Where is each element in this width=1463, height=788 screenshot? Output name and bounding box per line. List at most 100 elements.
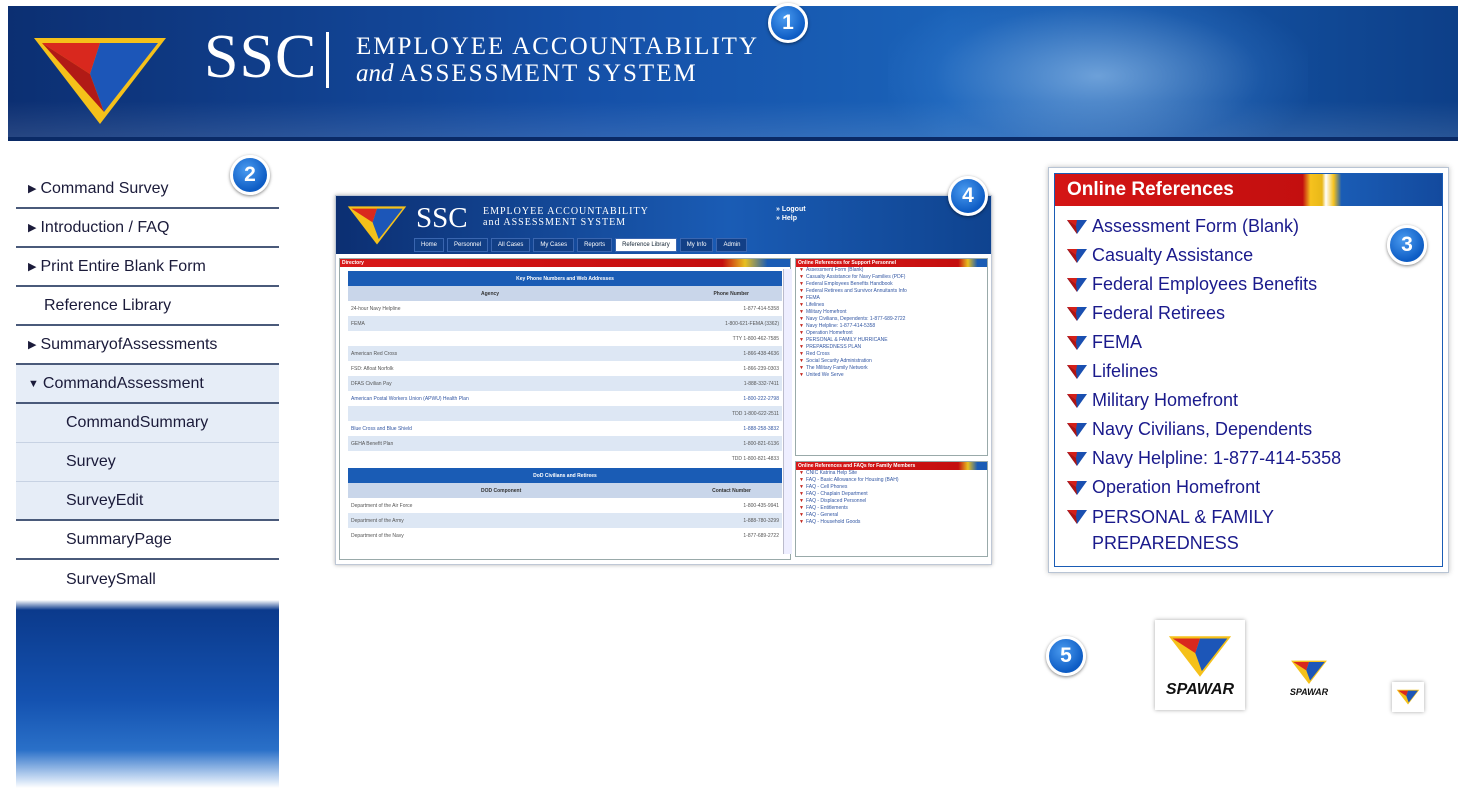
reference-link[interactable]: Assessment Form (Blank) [1067,212,1442,241]
spawar-logo-icon [1396,689,1420,705]
preview-support-link[interactable]: FEMA [796,295,987,302]
preview-table-row: GEHA Benefit Plan 1-800-821-6136 [348,436,782,451]
chevron-down-icon [1067,357,1092,386]
preview-support-link[interactable]: PREPAREDNESS PLAN [796,344,987,351]
reference-label: Assessment Form (Blank) [1092,216,1300,236]
cell-name: 24-hour Navy Helpline [351,305,401,312]
reference-link[interactable]: Navy Helpline: 1-877-414-5358 [1067,444,1442,473]
preview-support-link[interactable]: Operation Homefront [796,330,987,337]
cell-number: 1-888-780-3299 [743,517,779,524]
spawar-wordmark: SPAWAR [1165,681,1235,698]
cell-name: FEMA [351,320,365,327]
preview-support-link[interactable]: Social Security Administration [796,358,987,365]
preview-support-link[interactable]: PERSONAL & FAMILY HURRICANE [796,337,987,344]
preview-scrollbar[interactable] [783,269,792,554]
preview-tab-home[interactable]: Home [414,238,445,252]
reference-label: Navy Civilians, Dependents [1092,419,1313,439]
chevron-down-icon [1067,241,1092,270]
preview-table2-title: DoD Civilians and Retirees [348,468,782,483]
reference-link[interactable]: Military Homefront [1067,386,1442,415]
cell-number: 1-866-438-4636 [743,350,779,357]
app-preview-screenshot: SSC EMPLOYEE ACCOUNTABILITY and ASSESSMEN… [335,195,992,565]
nav-label: SurveyEdit [66,491,144,509]
preview-directory-bar: Directory [340,259,790,267]
preview-support-link[interactable]: Federal Retirees and Survivor Annuitants… [796,288,987,295]
cell-number: 1-800-222-2798 [743,395,779,402]
preview-family-link[interactable]: FAQ - Entitlements [796,505,987,512]
preview-support-link[interactable]: Federal Employees Benefits Handbook [796,281,987,288]
nav-label: SummaryPage [66,530,172,548]
cell-name[interactable]: Blue Cross and Blue Shield [351,426,412,432]
nav-command-assessment[interactable]: ▼ CommandAssessment [16,365,279,404]
preview-table-row: TDD 1-800-622-2511 [348,406,782,421]
spawar-wordmark: SPAWAR [1289,687,1329,697]
reference-link[interactable]: Casualty Assistance [1067,241,1442,270]
preview-support-link[interactable]: Lifelines [796,302,987,309]
preview-tab-my-info[interactable]: My Info [679,238,714,252]
preview-tab-reference-library[interactable]: Reference Library [615,238,677,252]
preview-support-link[interactable]: United We Serve [796,372,987,379]
nav-summary-page[interactable]: SummaryPage [16,521,279,560]
preview-support-link[interactable]: Red Cross [796,351,987,358]
preview-family-link[interactable]: CNIC Katrina Help Site [796,470,987,477]
preview-logout-link[interactable]: » Logout [776,205,806,214]
nav-print-blank-form[interactable]: ▶ Print Entire Blank Form [16,248,279,287]
preview-header: SSC EMPLOYEE ACCOUNTABILITY and ASSESSMEN… [336,196,991,254]
nav-summary-of-assessments[interactable]: ▶ SummaryofAssessments [16,326,279,365]
nav-reference-library[interactable]: Reference Library [16,287,279,326]
preview-family-link[interactable]: FAQ - Displaced Personnel [796,498,987,505]
nav-survey[interactable]: Survey [16,443,279,482]
reference-link[interactable]: Federal Retirees [1067,299,1442,328]
reference-link[interactable]: Navy Civilians, Dependents [1067,415,1442,444]
nav-label: CommandAssessment [42,374,204,392]
preview-support-link[interactable]: Navy Civilians, Dependents: 1-877-689-27… [796,316,987,323]
nav-survey-small[interactable]: SurveySmall [16,560,279,599]
reference-link[interactable]: FEMA [1067,328,1442,357]
cell-name: Department of the Army [351,517,404,524]
preview-title-line1: EMPLOYEE ACCOUNTABILITY [483,206,649,217]
preview-help-link[interactable]: » Help [776,214,806,223]
nav-label: SurveySmall [66,570,156,588]
chevron-down-icon [1067,299,1092,328]
preview-family-link[interactable]: FAQ - Household Goods [796,519,987,526]
reference-link[interactable]: PERSONAL & FAMILY PREPAREDNESS [1067,502,1442,556]
cell-name: Department of the Air Force [351,502,413,509]
preview-support-link[interactable]: Navy Helpline: 1-877-414-5358 [796,323,987,330]
preview-tab-all-cases[interactable]: All Cases [491,238,531,252]
ssc-logo-icon [347,206,407,245]
preview-family-link[interactable]: FAQ - Cell Phones [796,484,987,491]
preview-table-title: Key Phone Numbers and Web Addresses [348,271,782,286]
cell-name[interactable]: American Postal Workers Union (APWU) Hea… [351,396,469,402]
preview-support-link[interactable]: Casualty Assistance for Navy Families (P… [796,274,987,281]
preview-header-links: » Logout» Help [776,205,806,223]
reference-link[interactable]: Lifelines [1067,357,1442,386]
preview-support-link[interactable]: The Military Family Network [796,365,987,372]
spawar-logo-icon [1291,660,1327,684]
nav-introduction-faq[interactable]: ▶ Introduction / FAQ [16,209,279,248]
preview-tab-admin[interactable]: Admin [716,238,748,252]
chevron-down-icon [1067,473,1092,502]
system-title-and: and [356,60,394,87]
reference-link[interactable]: Federal Employees Benefits [1067,270,1442,299]
cell-number: 1-888-332-7411 [743,380,779,387]
preview-tab-personnel[interactable]: Personnel [447,238,489,252]
nav-survey-edit[interactable]: SurveyEdit [16,482,279,521]
callout-badge-4: 4 [948,176,988,216]
preview-table-row: American Red Cross 1-866-438-4636 [348,346,782,361]
spawar-logo-medium: SPAWAR [1288,646,1330,708]
preview-tab-my-cases[interactable]: My Cases [533,238,575,252]
preview-family-link[interactable]: FAQ - Chaplain Department [796,491,987,498]
reference-link[interactable]: Operation Homefront [1067,473,1442,502]
cell-number: 1-800-821-6136 [743,440,779,447]
preview-family-link[interactable]: FAQ - Basic Allowance for Housing (BAH) [796,477,987,484]
cell-name: Department of the Navy [351,532,404,539]
preview-tab-reports[interactable]: Reports [577,238,613,252]
sidebar: ▶ Command Survey ▶ Introduction / FAQ ▶ Pri… [16,170,279,788]
preview-family-link[interactable]: FAQ - General [796,512,987,519]
preview-brand: SSC [416,202,468,234]
callout-badge-1: 1 [768,3,808,43]
preview-family-list: CNIC Katrina Help SiteFAQ - Basic Allowa… [796,470,987,526]
preview-support-link[interactable]: Military Homefront [796,309,987,316]
preview-support-link[interactable]: Assessment Form (Blank) [796,267,987,274]
nav-command-summary[interactable]: CommandSummary [16,404,279,443]
